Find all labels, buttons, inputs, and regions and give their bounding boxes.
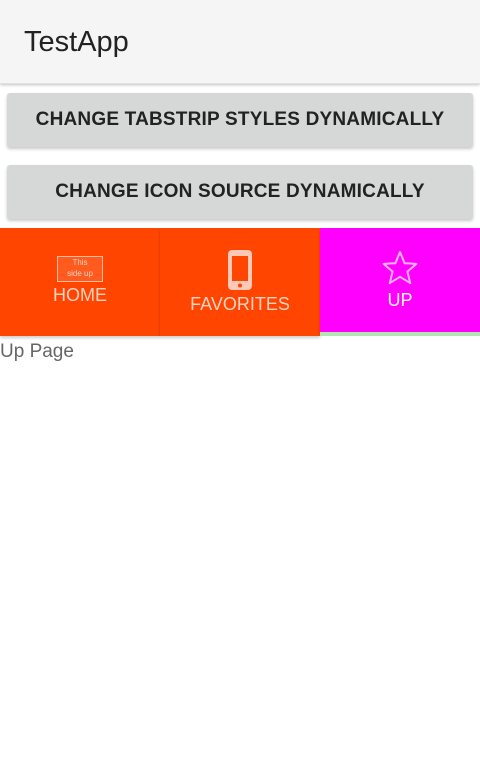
tab-home-label: HOME bbox=[53, 285, 107, 305]
tabstrip: This side up HOME FAVORITES UP bbox=[0, 228, 480, 336]
image-icon-text-line1: This bbox=[72, 258, 88, 267]
tab-up[interactable]: UP bbox=[320, 228, 480, 332]
change-icon-source-button[interactable]: CHANGE ICON SOURCE DYNAMICALLY bbox=[7, 165, 473, 219]
tab-home[interactable]: This side up HOME bbox=[0, 228, 160, 336]
image-icon: This side up bbox=[57, 256, 103, 282]
tab-up-label: UP bbox=[387, 290, 413, 310]
image-icon-text-line2: side up bbox=[67, 269, 93, 278]
star-icon bbox=[382, 251, 418, 285]
change-tabstrip-styles-button[interactable]: CHANGE TABSTRIP STYLES DYNAMICALLY bbox=[7, 93, 473, 147]
tab-favorites-label: FAVORITES bbox=[190, 294, 290, 314]
phone-icon bbox=[228, 250, 252, 290]
app-bar: TestApp bbox=[0, 0, 480, 84]
app-title: TestApp bbox=[24, 26, 129, 58]
page-content-text: Up Page bbox=[0, 341, 74, 362]
selected-tab-indicator bbox=[320, 332, 480, 336]
tab-favorites[interactable]: FAVORITES bbox=[160, 228, 320, 336]
